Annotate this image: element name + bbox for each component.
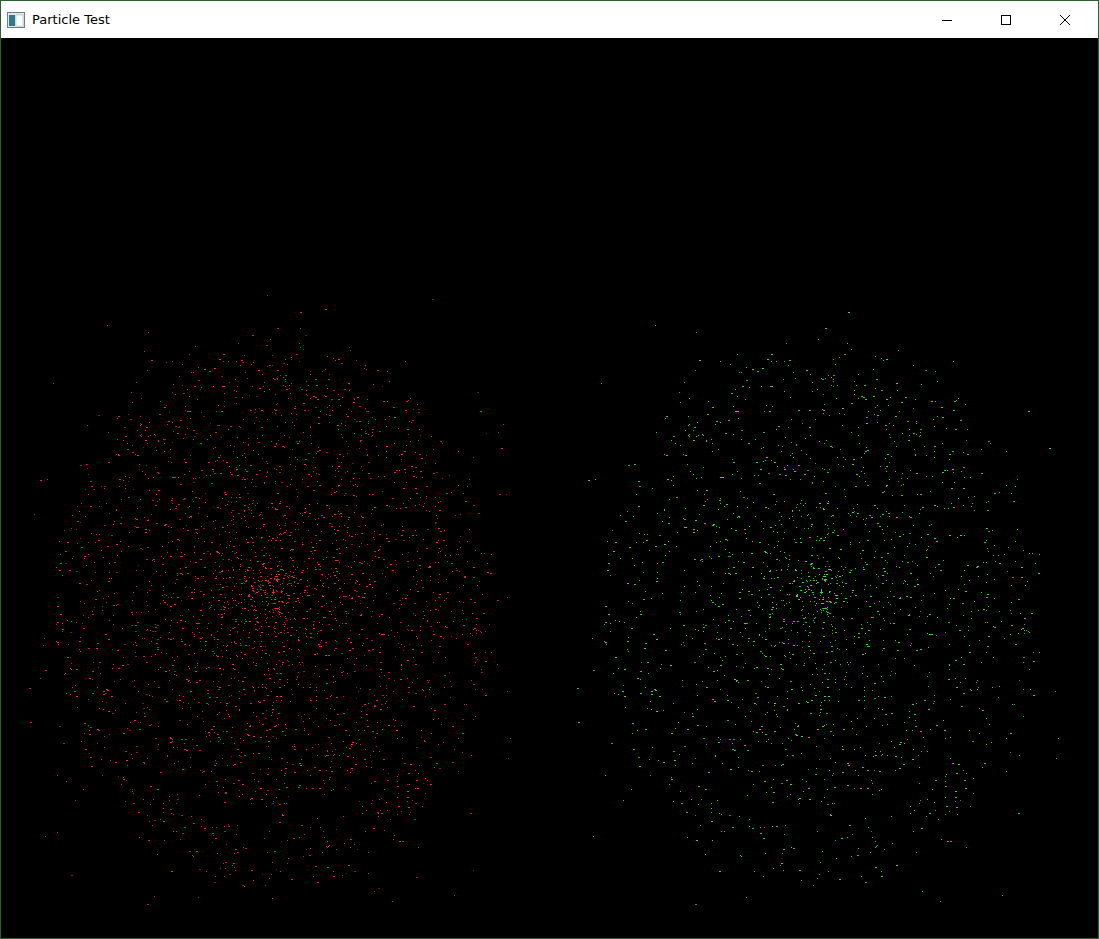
- particle-cloud: [23, 290, 523, 910]
- maximize-button[interactable]: [976, 1, 1035, 38]
- maximize-icon: [1000, 14, 1012, 26]
- app-window: Particle Test: [0, 0, 1099, 939]
- close-button[interactable]: [1035, 1, 1094, 38]
- particle-canvas[interactable]: [1, 38, 1098, 938]
- close-icon: [1059, 14, 1071, 26]
- title-bar[interactable]: Particle Test: [1, 1, 1098, 38]
- particle-cloud: [571, 290, 1071, 910]
- window-title: Particle Test: [32, 12, 917, 27]
- minimize-icon: [941, 14, 953, 26]
- minimize-button[interactable]: [917, 1, 976, 38]
- app-icon: [7, 12, 25, 28]
